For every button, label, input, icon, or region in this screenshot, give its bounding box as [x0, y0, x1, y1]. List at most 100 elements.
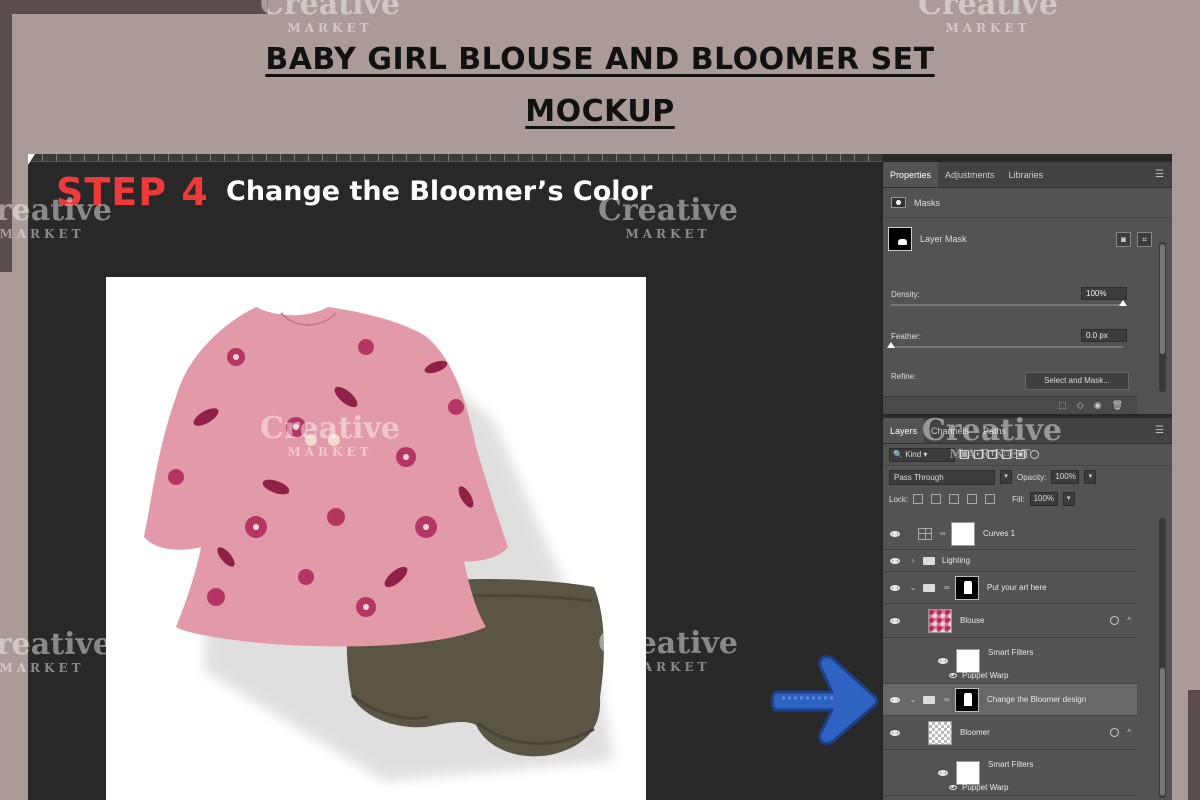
layer-row-change-bloomer[interactable]: ⌄ ∞ Change the Bloomer design: [883, 684, 1137, 716]
step-title: Change the Bloomer’s Color: [226, 176, 653, 207]
layer-row-blouse[interactable]: Blouse ^: [883, 604, 1137, 638]
properties-footer: ⬚ ◇ ◉ 🗑: [883, 396, 1137, 414]
tab-paths[interactable]: Paths: [976, 418, 1013, 443]
horizontal-ruler: [28, 154, 882, 162]
chevron-right-icon[interactable]: ›: [908, 556, 918, 565]
layer-name: Bloomer: [960, 728, 990, 737]
panel-menu-icon[interactable]: ☰: [1147, 162, 1172, 187]
fill-input[interactable]: 100%: [1029, 492, 1058, 506]
lock-pixels-icon[interactable]: [931, 494, 942, 504]
title-line-2: MOCKUP: [525, 94, 675, 129]
lock-transparency-icon[interactable]: [913, 494, 924, 504]
chevron-down-icon[interactable]: ▾: [1000, 470, 1012, 484]
apply-mask-icon[interactable]: ◇: [1077, 400, 1084, 411]
mask-thumbnail: [955, 575, 979, 600]
link-icon[interactable]: ∞: [940, 529, 947, 538]
puppet-warp-filter[interactable]: Puppet Warp: [949, 671, 1008, 680]
filter-mask-thumbnail: [956, 648, 980, 673]
properties-tabs: Properties Adjustments Libraries ☰: [883, 162, 1172, 188]
tab-channels[interactable]: Channels: [924, 418, 976, 443]
layers-menu-icon[interactable]: ☰: [1147, 418, 1172, 443]
eye-icon[interactable]: [890, 530, 900, 537]
layer-row-smart-filters-blouse[interactable]: Smart Filters Puppet Warp: [883, 638, 1137, 684]
blend-mode-select[interactable]: Pass Through: [889, 469, 995, 485]
fill-label: Fill:: [1012, 494, 1025, 504]
layer-row-bloomer[interactable]: Bloomer ^: [883, 716, 1137, 750]
filter-mask-thumbnail: [956, 760, 980, 785]
lock-label: Lock:: [889, 494, 909, 504]
density-row: Density: 100%: [891, 287, 1133, 306]
adjustment-filter-icon[interactable]: ◐: [974, 450, 983, 459]
layers-scrollbar[interactable]: [1159, 518, 1166, 798]
layer-mask-thumbnail[interactable]: [888, 227, 912, 251]
eye-icon[interactable]: [949, 785, 957, 790]
lock-position-icon[interactable]: [949, 494, 960, 504]
fill-dropdown-icon[interactable]: ▾: [1062, 492, 1075, 506]
pixel-filter-icon[interactable]: ▦: [960, 450, 969, 459]
vector-mask-icon[interactable]: ⌗: [1137, 231, 1152, 247]
layer-thumbnail: [951, 521, 975, 546]
eye-icon[interactable]: [938, 657, 948, 664]
properties-scrollbar[interactable]: [1159, 242, 1166, 392]
layer-row-put-your-art[interactable]: ⌄ ∞ Put your art here: [883, 572, 1137, 604]
trash-icon[interactable]: 🗑: [1112, 400, 1123, 411]
layer-name: Put your art here: [987, 583, 1047, 592]
layer-row-lighting[interactable]: › Lighting: [883, 550, 1137, 572]
smart-object-thumbnail: [928, 720, 952, 745]
visibility-eye-icon[interactable]: ◉: [1094, 400, 1102, 411]
feather-label: Feather:: [891, 332, 921, 341]
feather-slider-thumb[interactable]: [887, 342, 895, 348]
document-canvas[interactable]: [106, 277, 646, 800]
eye-icon[interactable]: [890, 696, 900, 703]
kind-filter-select[interactable]: 🔍 Kind ▾: [889, 447, 955, 462]
tab-libraries[interactable]: Libraries: [1002, 162, 1051, 187]
density-slider[interactable]: [891, 300, 1127, 306]
pixel-mask-icon[interactable]: ◙: [1116, 231, 1131, 247]
density-input[interactable]: 100%: [1081, 287, 1127, 300]
density-slider-thumb[interactable]: [1119, 300, 1127, 306]
selection-icon[interactable]: ⬚: [1058, 400, 1067, 411]
puppet-warp-filter[interactable]: Puppet Warp: [949, 783, 1008, 792]
eye-icon[interactable]: [949, 673, 957, 678]
tab-layers[interactable]: Layers: [883, 418, 925, 443]
link-icon[interactable]: ∞: [944, 695, 951, 704]
feather-row: Feather: 0.0 px: [887, 329, 1133, 348]
layer-name: Lighting: [942, 556, 971, 565]
step-label: STEP 4: [56, 170, 209, 214]
page-title: BABY GIRL BLOUSE AND BLOOMER SET MOCKUP: [0, 34, 1200, 138]
tab-adjustments[interactable]: Adjustments: [938, 162, 1002, 187]
layer-name: Smart Filters: [988, 760, 1034, 769]
link-icon[interactable]: ∞: [944, 583, 951, 592]
opacity-dropdown-icon[interactable]: ▾: [1084, 470, 1097, 484]
eye-icon[interactable]: [890, 557, 900, 564]
eye-icon[interactable]: [890, 729, 900, 736]
filter-toggle-icon[interactable]: [1030, 450, 1039, 459]
lock-artboard-icon[interactable]: [967, 494, 978, 504]
tab-properties[interactable]: Properties: [883, 162, 939, 187]
folder-icon: [923, 695, 935, 704]
frame-bar-top: [0, 0, 268, 14]
feather-input[interactable]: 0.0 px: [1081, 329, 1127, 342]
chevron-down-icon[interactable]: ⌄: [908, 583, 918, 592]
opacity-input[interactable]: 100%: [1051, 470, 1080, 484]
feather-slider[interactable]: [887, 342, 1123, 348]
shape-filter-icon[interactable]: □: [1002, 450, 1011, 459]
chevron-down-icon[interactable]: ⌄: [908, 695, 918, 704]
eye-icon[interactable]: [890, 584, 900, 591]
layer-row-smart-filters-bloomer[interactable]: Smart Filters Puppet Warp: [883, 750, 1137, 796]
smart-object-filter-icon[interactable]: ▣: [1016, 450, 1025, 459]
layer-name: Smart Filters: [988, 648, 1034, 657]
select-and-mask-button[interactable]: Select and Mask...: [1025, 372, 1129, 390]
type-filter-icon[interactable]: T: [988, 450, 997, 459]
chevron-up-icon[interactable]: ^: [1127, 728, 1131, 737]
cursor-icon: [28, 154, 35, 165]
eye-icon[interactable]: [938, 769, 948, 776]
layer-name: Curves 1: [983, 529, 1016, 538]
smart-object-icon: [1110, 616, 1119, 625]
layer-mask-label: Layer Mask: [920, 234, 967, 244]
chevron-up-icon[interactable]: ^: [1127, 616, 1131, 625]
layer-row-curves[interactable]: ∞ Curves 1: [883, 518, 1137, 550]
watermark: CreativeMARKET: [918, 0, 1058, 35]
lock-all-icon[interactable]: [985, 494, 996, 504]
eye-icon[interactable]: [890, 617, 900, 624]
